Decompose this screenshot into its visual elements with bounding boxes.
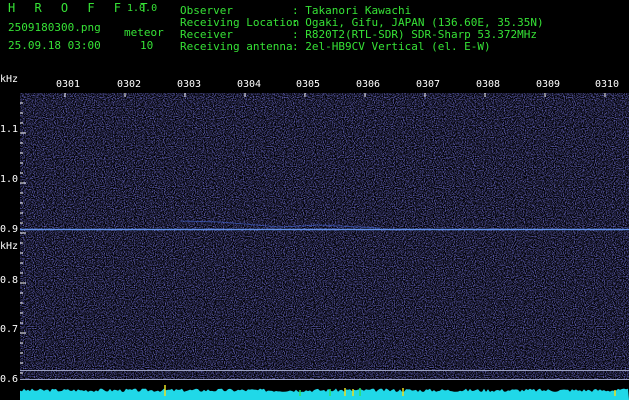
info-value-observer: : Takanori Kawachi	[292, 4, 412, 17]
meteor-count: 10	[140, 39, 154, 52]
info-key-receiver: Receiver	[180, 28, 233, 41]
freq-label-0-6: 0.6	[0, 374, 19, 385]
freq-label-0-9: 0.9	[0, 224, 19, 235]
time-label-0310: 0310	[595, 79, 620, 90]
app-version: 1.0.0	[127, 3, 158, 14]
info-value-location: : Ogaki, Gifu, JAPAN (136.60E, 35.35N)	[292, 16, 544, 29]
time-label-0307: 0307	[416, 79, 441, 90]
time-label-0306: 0306	[356, 79, 381, 90]
info-value-antenna: : 2el-HB9CV Vertical (el. E-W)	[292, 40, 491, 53]
info-key-location: Receiving Location	[180, 16, 300, 29]
time-label-0301: 0301	[56, 79, 81, 90]
time-label-0308: 0308	[476, 79, 501, 90]
freq-label-1-1: 1.1	[0, 124, 19, 135]
freq-label-0-8: 0.8	[0, 275, 19, 286]
freq-label-0-7: 0.7	[0, 324, 19, 335]
spectrogram-plot	[20, 93, 629, 400]
info-key-observer: Observer	[180, 4, 233, 17]
info-value-receiver: : R820T2(RTL-SDR) SDR-Sharp 53.372MHz	[292, 28, 538, 41]
time-label-0303: 0303	[177, 79, 202, 90]
khz-unit-top: kHz	[0, 74, 19, 85]
time-label-0309: 0309	[536, 79, 561, 90]
observation-timestamp: 25.09.18 03:00	[8, 39, 101, 52]
freq-label-1-0: 1.0	[0, 174, 19, 185]
time-label-0304: 0304	[237, 79, 262, 90]
meteor-label: meteor	[124, 26, 164, 39]
khz-unit-mid: kHz	[0, 241, 19, 252]
time-label-0302: 0302	[117, 79, 142, 90]
image-filename: 2509180300.png	[8, 21, 101, 34]
spectrogram-noise	[20, 93, 629, 380]
info-key-antenna: Receiving antenna	[180, 40, 293, 53]
time-label-0305: 0305	[296, 79, 321, 90]
